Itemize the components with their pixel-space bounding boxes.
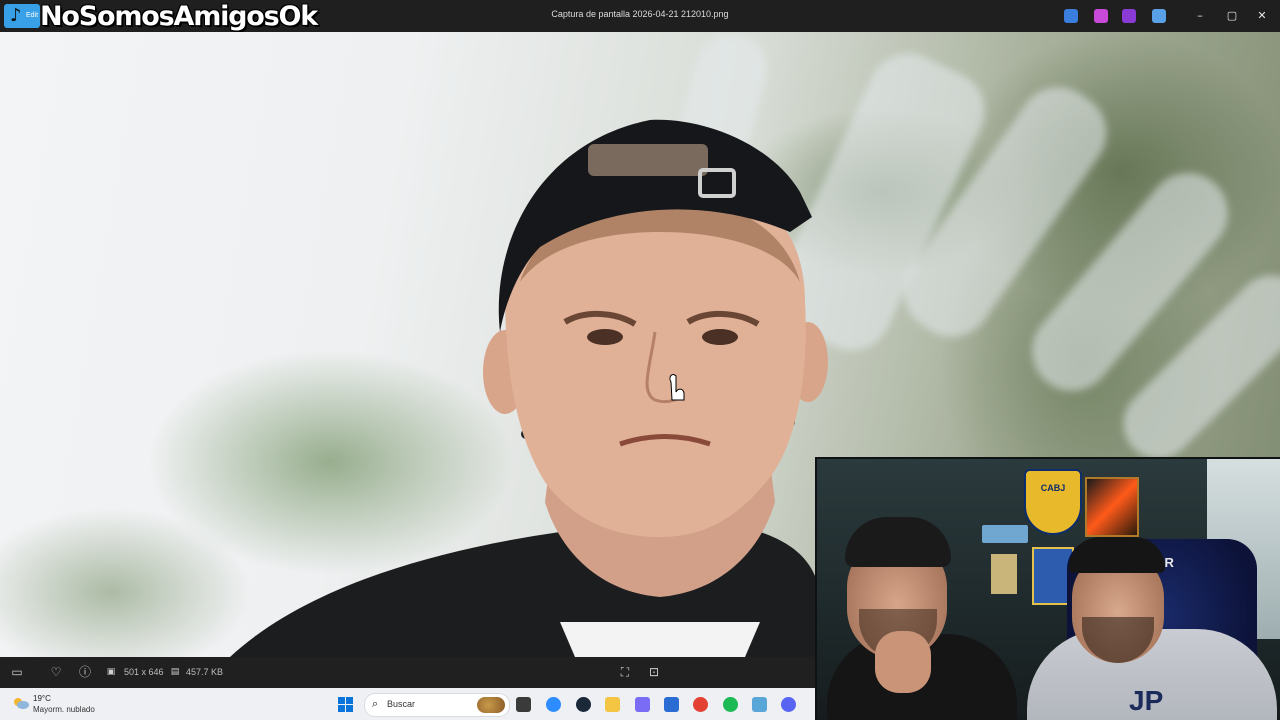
steam-icon[interactable] <box>576 697 591 712</box>
webcam-overlay: CABJ SDAR JP <box>815 457 1280 720</box>
file-size-icon: ▤ <box>170 667 180 677</box>
zoom-icon[interactable] <box>546 697 561 712</box>
image-size-icon: ▣ <box>106 667 116 677</box>
actual-size-icon[interactable]: ⊡ <box>647 665 661 679</box>
maximize-button[interactable]: ▢ <box>1222 6 1242 26</box>
cloud-icon[interactable] <box>1152 9 1166 23</box>
streamer-left-cap <box>845 517 951 567</box>
photos-icon[interactable] <box>752 697 767 712</box>
street-sign <box>982 525 1028 543</box>
clipchamp-icon[interactable] <box>1122 9 1136 23</box>
club-shield-text: CABJ <box>1040 483 1066 493</box>
window-title: Captura de pantalla 2026-04-21 212010.pn… <box>551 9 729 19</box>
store-icon[interactable] <box>664 697 679 712</box>
title-bar: ♪ Edit NoSomosAmigosOk Captura de pantal… <box>0 0 1280 33</box>
shirt-logo: JP <box>1129 685 1164 716</box>
spotify-icon[interactable] <box>723 697 738 712</box>
search-icon: ⌕ <box>372 697 379 710</box>
taskbar: 19°C Mayorm. nublado ⌕ Buscar <box>0 688 815 720</box>
chrome-icon[interactable] <box>693 697 708 712</box>
viewer-toolbar: ▭ ♡ ⓘ ▣ 501 x 646 ▤ 457.7 KB ⛶ ⊡ <box>0 657 815 688</box>
fit-to-window-icon[interactable]: ⛶ <box>618 665 632 679</box>
info-icon[interactable]: ⓘ <box>78 665 92 679</box>
minimize-button[interactable]: – <box>1190 6 1210 26</box>
search-placeholder: Buscar <box>387 699 416 709</box>
weather-temperature[interactable]: 19°C <box>33 694 51 703</box>
file-explorer-icon[interactable] <box>605 697 620 712</box>
copilot-icon[interactable] <box>1094 9 1108 23</box>
file-size: 457.7 KB <box>186 667 224 677</box>
filmstrip-icon[interactable]: ▭ <box>10 665 24 679</box>
image-dimensions: 501 x 646 <box>124 667 164 677</box>
screen: ♪ Edit NoSomosAmigosOk Captura de pantal… <box>0 0 1280 720</box>
wall-frame-small <box>991 554 1017 594</box>
wall-poster <box>1085 477 1139 537</box>
streamer-left-hand <box>875 631 931 693</box>
favorite-heart-icon[interactable]: ♡ <box>49 665 63 679</box>
windows-start-icon[interactable] <box>338 697 353 712</box>
weather-condition[interactable]: Mayorm. nublado <box>33 705 95 714</box>
search-highlight-icon <box>477 697 505 713</box>
task-view-icon[interactable] <box>516 697 531 712</box>
taskbar-search[interactable]: ⌕ Buscar <box>364 693 510 717</box>
discord-icon[interactable] <box>781 697 796 712</box>
club-shield: CABJ <box>1024 469 1082 535</box>
edit-icon[interactable] <box>1064 9 1078 23</box>
close-button[interactable]: ✕ <box>1252 6 1272 26</box>
streamer-right-cap <box>1069 537 1165 573</box>
weather-cloud-icon[interactable] <box>12 696 30 710</box>
copilot-icon[interactable] <box>635 697 650 712</box>
